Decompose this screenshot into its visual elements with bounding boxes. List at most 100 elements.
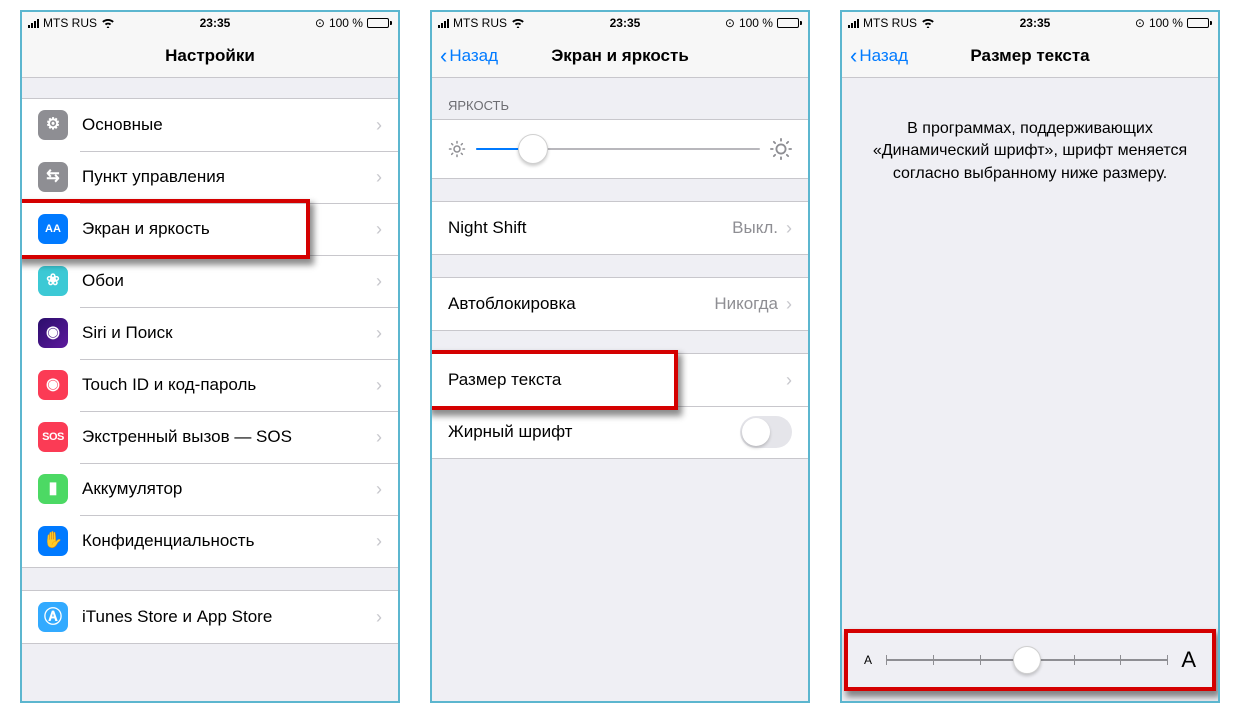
signal-icon: [848, 19, 859, 28]
battery-percent: 100 %: [739, 16, 773, 30]
chevron-right-icon: ›: [376, 375, 382, 396]
chevron-right-icon: ›: [376, 271, 382, 292]
battery-percent: 100 %: [1149, 16, 1183, 30]
row-label: Touch ID и код-пароль: [82, 375, 376, 395]
dynamic-type-info: В программах, поддерживающих «Динамическ…: [842, 78, 1218, 185]
text-size-slider[interactable]: [886, 645, 1167, 675]
text-group: Размер текста › Жирный шрифт: [432, 353, 808, 459]
siri-icon: ◉: [38, 318, 68, 348]
back-label: Назад: [449, 46, 498, 66]
battery-icon: [1187, 18, 1212, 28]
back-button[interactable]: ‹ Назад: [438, 41, 500, 71]
row-label: Siri и Поиск: [82, 323, 376, 343]
chevron-right-icon: ›: [376, 219, 382, 240]
chevron-right-icon: ›: [376, 531, 382, 552]
status-bar: MTS RUS 23:35 ⊙ 100 %: [432, 12, 808, 34]
status-bar: MTS RUS 23:35 ⊙ 100 %: [22, 12, 398, 34]
appstore-icon: Ⓐ: [38, 602, 68, 632]
row-label: Конфиденциальность: [82, 531, 376, 551]
chevron-left-icon: ‹: [440, 45, 447, 67]
row-text-size[interactable]: Размер текста ›: [432, 354, 808, 406]
status-right: ⊙ 100 %: [725, 16, 802, 30]
text-size-footer: A A: [842, 619, 1218, 701]
row-label: Обои: [82, 271, 376, 291]
night-shift-group: Night Shift Выкл. ›: [432, 201, 808, 255]
row-label: Экран и яркость: [82, 219, 376, 239]
sos-icon: SOS: [38, 422, 68, 452]
battery-settings-icon: ▮: [38, 474, 68, 504]
fingerprint-icon: ◉: [38, 370, 68, 400]
row-auto-lock[interactable]: Автоблокировка Никогда ›: [432, 278, 808, 330]
row-siri-search[interactable]: ◉ Siri и Поиск ›: [22, 307, 398, 359]
chevron-right-icon: ›: [376, 427, 382, 448]
chevron-right-icon: ›: [786, 370, 792, 391]
row-privacy[interactable]: ✋ Конфиденциальность ›: [22, 515, 398, 567]
bold-text-switch[interactable]: [740, 416, 792, 448]
row-label: Пункт управления: [82, 167, 376, 187]
row-label: Аккумулятор: [82, 479, 376, 499]
back-button[interactable]: ‹ Назад: [848, 41, 910, 71]
status-left: MTS RUS: [28, 16, 115, 30]
chevron-right-icon: ›: [376, 607, 382, 628]
row-label: Night Shift: [448, 218, 732, 238]
signal-icon: [28, 19, 39, 28]
row-emergency-sos[interactable]: SOS Экстренный вызов — SOS ›: [22, 411, 398, 463]
settings-content[interactable]: ⚙ Основные › ⇆ Пункт управления › AA Экр…: [22, 78, 398, 701]
chevron-right-icon: ›: [376, 323, 382, 344]
status-time: 23:35: [610, 16, 641, 30]
status-right: ⊙ 100 %: [1135, 16, 1212, 30]
orientation-lock-icon: ⊙: [1135, 16, 1145, 30]
sun-small-icon: [448, 140, 466, 158]
chevron-right-icon: ›: [786, 218, 792, 239]
row-night-shift[interactable]: Night Shift Выкл. ›: [432, 202, 808, 254]
text-size-content: В программах, поддерживающих «Динамическ…: [842, 78, 1218, 701]
text-size-slider-row: A A: [858, 635, 1202, 685]
small-a-label: A: [864, 653, 872, 667]
carrier-label: MTS RUS: [453, 16, 507, 30]
row-label: Жирный шрифт: [448, 422, 740, 442]
row-battery[interactable]: ▮ Аккумулятор ›: [22, 463, 398, 515]
toggles-icon: ⇆: [38, 162, 68, 192]
row-label: Основные: [82, 115, 376, 135]
row-touch-id[interactable]: ◉ Touch ID и код-пароль ›: [22, 359, 398, 411]
nav-bar: ‹ Назад Размер текста: [842, 34, 1218, 78]
row-control-center[interactable]: ⇆ Пункт управления ›: [22, 151, 398, 203]
screenshot-display-brightness: MTS RUS 23:35 ⊙ 100 % ‹ Назад Экран и яр…: [430, 10, 810, 703]
status-time: 23:35: [200, 16, 231, 30]
sun-large-icon: [770, 138, 792, 160]
carrier-label: MTS RUS: [43, 16, 97, 30]
row-display-brightness[interactable]: AA Экран и яркость ›: [22, 203, 398, 255]
row-bold-text[interactable]: Жирный шрифт: [432, 406, 808, 458]
row-wallpaper[interactable]: ❀ Обои ›: [22, 255, 398, 307]
row-label: Автоблокировка: [448, 294, 714, 314]
row-itunes-appstore[interactable]: Ⓐ iTunes Store и App Store ›: [22, 591, 398, 643]
status-left: MTS RUS: [438, 16, 525, 30]
autolock-group: Автоблокировка Никогда ›: [432, 277, 808, 331]
status-left: MTS RUS: [848, 16, 935, 30]
row-general[interactable]: ⚙ Основные ›: [22, 99, 398, 151]
flower-icon: ❀: [38, 266, 68, 296]
settings-group-store: Ⓐ iTunes Store и App Store ›: [22, 590, 398, 644]
brightness-slider-row: [432, 120, 808, 178]
row-label: Размер текста: [448, 370, 786, 390]
chevron-right-icon: ›: [786, 294, 792, 315]
brightness-slider[interactable]: [476, 134, 760, 164]
settings-group: ⚙ Основные › ⇆ Пункт управления › AA Экр…: [22, 98, 398, 568]
battery-icon: [777, 18, 802, 28]
hand-icon: ✋: [38, 526, 68, 556]
status-bar: MTS RUS 23:35 ⊙ 100 %: [842, 12, 1218, 34]
page-title: Настройки: [22, 46, 398, 66]
orientation-lock-icon: ⊙: [725, 16, 735, 30]
display-content[interactable]: ЯРКОСТЬ Night Shift Выкл: [432, 78, 808, 701]
signal-icon: [438, 19, 449, 28]
battery-percent: 100 %: [329, 16, 363, 30]
wifi-icon: [101, 17, 115, 30]
big-a-label: A: [1181, 647, 1196, 673]
row-label: iTunes Store и App Store: [82, 607, 376, 627]
wifi-icon: [511, 17, 525, 30]
row-value: Выкл.: [732, 218, 778, 238]
row-label: Экстренный вызов — SOS: [82, 427, 376, 447]
chevron-left-icon: ‹: [850, 45, 857, 67]
chevron-right-icon: ›: [376, 167, 382, 188]
section-brightness-header: ЯРКОСТЬ: [432, 78, 808, 119]
